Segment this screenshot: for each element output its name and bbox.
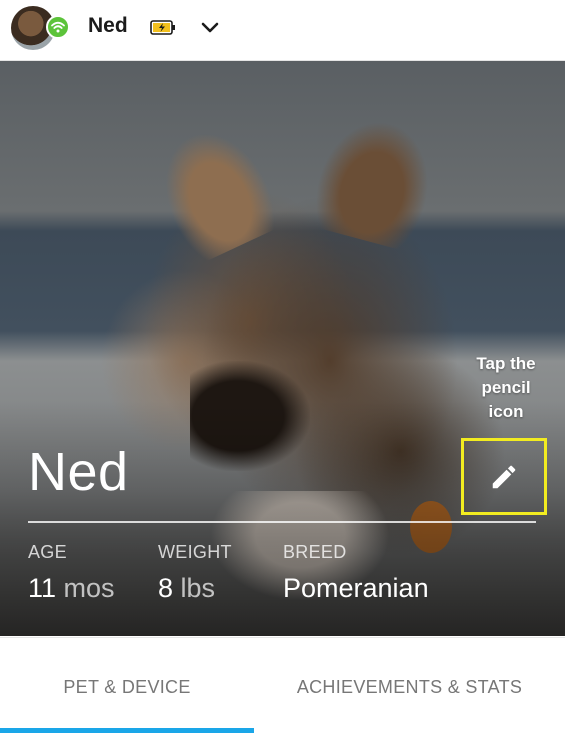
breed-value: Pomeranian	[283, 573, 429, 603]
age-value: 11 mos	[28, 573, 115, 604]
top-bar: Ned	[0, 0, 565, 61]
pet-photo: Tap the pencil icon Ned AGE 11 mos WEIGH…	[0, 61, 565, 636]
active-tab-indicator	[0, 728, 254, 733]
tab-pet-device[interactable]: PET & DEVICE	[0, 638, 254, 736]
weight-unit: lbs	[180, 573, 216, 603]
pet-name-header[interactable]: Ned	[88, 14, 128, 38]
battery-charging-icon	[150, 20, 175, 35]
breed-label: BREED	[283, 542, 347, 562]
age-unit: mos	[63, 573, 115, 603]
wifi-icon	[46, 15, 70, 39]
age-label: AGE	[28, 542, 67, 562]
tab-achievements-stats[interactable]: ACHIEVEMENTS & STATS	[254, 638, 565, 736]
chevron-down-icon[interactable]	[200, 19, 220, 35]
weight-number: 8	[158, 573, 174, 603]
pet-name-title: Ned	[28, 442, 129, 502]
weight-value: 8 lbs	[158, 573, 215, 604]
weight-label: WEIGHT	[158, 542, 232, 562]
photo-detail	[306, 108, 444, 254]
photo-detail	[144, 115, 286, 267]
edit-button[interactable]	[461, 438, 547, 515]
edit-hint-text: Tap the pencil icon	[476, 354, 536, 421]
tab-bar: PET & DEVICE ACHIEVEMENTS & STATS	[0, 637, 565, 736]
age-number: 11	[28, 573, 57, 603]
pencil-icon	[492, 465, 516, 488]
stats-divider	[28, 521, 536, 523]
